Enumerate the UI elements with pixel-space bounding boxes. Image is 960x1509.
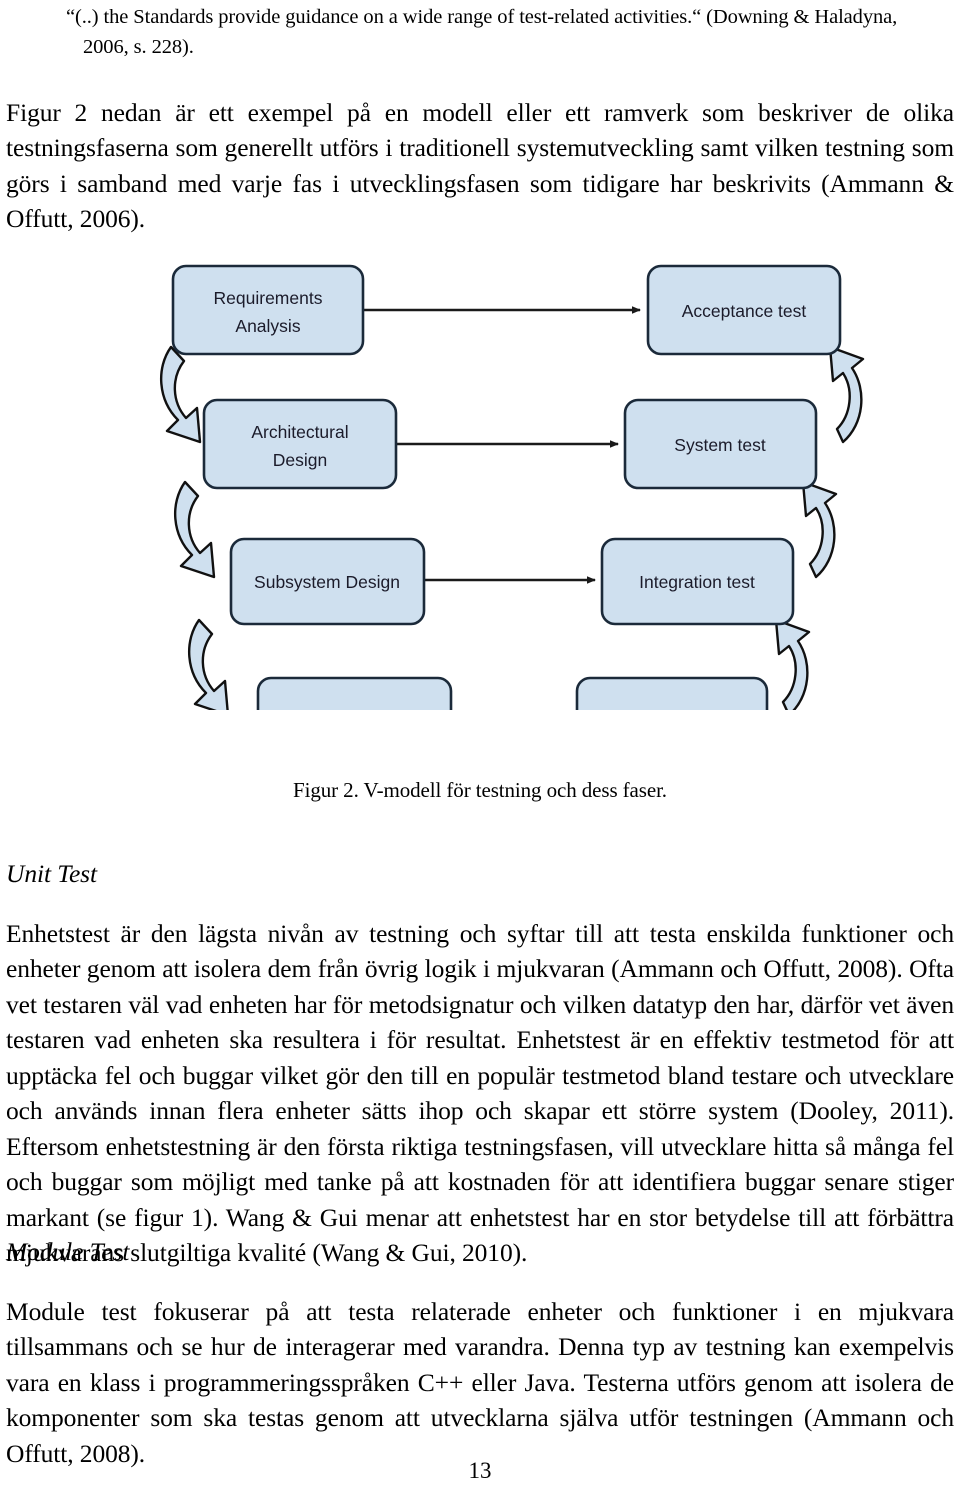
curved-arrow-system-to-acceptance	[828, 345, 865, 444]
box-requirements-analysis[interactable]: Requirements Analysis	[171, 264, 365, 356]
box-label-architectural-design-line1: Architectural	[251, 422, 348, 442]
section-heading-unit-test: Unit Test	[6, 859, 97, 888]
box-integration-test[interactable]: Integration test	[600, 537, 795, 626]
box-subsystem-design[interactable]: Subsystem Design	[229, 537, 426, 626]
section-body-module-test: Module test fokuserar på att testa relat…	[6, 1296, 954, 1468]
box-system-test[interactable]: System test	[623, 398, 818, 490]
box-module-test[interactable]: Module test	[575, 676, 769, 710]
connector-group	[362, 306, 641, 584]
box-architectural-design[interactable]: Architectural Design	[202, 398, 398, 490]
figure-caption: Figur 2. V-modell för testning och dess …	[293, 778, 667, 802]
box-label-subsystem-design: Subsystem Design	[254, 572, 400, 592]
curved-arrow-module-to-integration	[774, 618, 811, 710]
box-detailed-design[interactable]: Detailed Design	[256, 676, 453, 710]
pull-quote: “(..) the Standards provide guidance on …	[66, 2, 946, 62]
document-page: “(..) the Standards provide guidance on …	[0, 0, 960, 1509]
section-body-unit-test: Enhetstest är den lägsta nivån av testni…	[6, 918, 954, 1268]
box-acceptance-test[interactable]: Acceptance test	[646, 264, 842, 356]
pull-quote-line-1: “(..) the Standards provide guidance on …	[66, 6, 898, 28]
box-label-integration-test: Integration test	[639, 572, 755, 592]
box-label-requirements-analysis-line2: Analysis	[235, 316, 300, 336]
curved-arrow-integration-to-system	[801, 480, 838, 579]
curved-arrow-requirements-to-architectural	[160, 345, 202, 444]
pull-quote-line-2: 2006, s. 228).	[83, 36, 194, 58]
section-heading-module-test: Module Test	[6, 1237, 130, 1266]
box-label-requirements-analysis-line1: Requirements	[214, 288, 323, 308]
curved-arrow-subsystem-to-detailed	[188, 618, 229, 710]
page-number: 13	[468, 1458, 492, 1483]
curved-arrow-architectural-to-subsystem	[174, 480, 216, 579]
box-label-acceptance-test: Acceptance test	[682, 301, 807, 321]
box-label-system-test: System test	[674, 435, 766, 455]
intro-paragraph: Figur 2 nedan är ett exempel på en model…	[6, 97, 954, 234]
development-boxes: Requirements Analysis Architectural Desi…	[171, 264, 453, 710]
box-label-architectural-design-line2: Design	[273, 450, 327, 470]
v-model-diagram: Requirements Analysis Architectural Desi…	[140, 228, 900, 710]
